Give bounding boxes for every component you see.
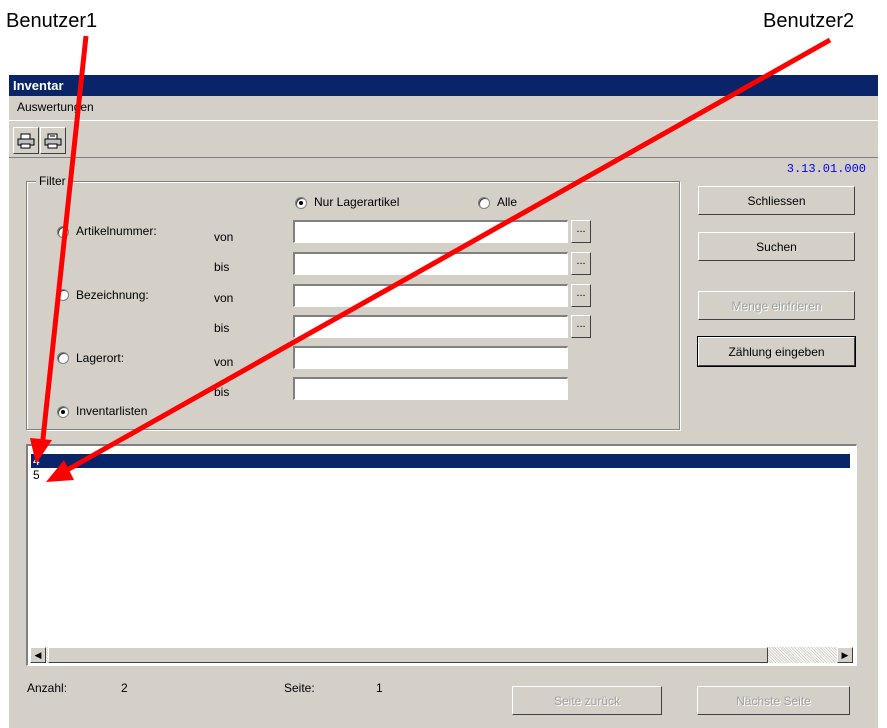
zaehlung-eingeben-button[interactable]: Zählung eingeben	[697, 336, 856, 367]
artikel-von-input[interactable]	[293, 220, 568, 243]
label-bez-bis: bis	[214, 321, 230, 335]
print-preview-button[interactable]	[40, 127, 66, 154]
label-alle: Alle	[497, 195, 518, 209]
label-artikelnummer: Artikelnummer:	[76, 224, 157, 238]
label-nur-lagerartikel: Nur Lagerartikel	[314, 195, 400, 209]
bez-bis-browse-button[interactable]: ...	[571, 315, 591, 338]
suchen-button[interactable]: Suchen	[698, 232, 855, 261]
label-lager-bis: bis	[214, 385, 230, 399]
seite-zurueck-button[interactable]: Seite zurück	[512, 686, 662, 715]
artikel-von-browse-button[interactable]: ...	[571, 220, 591, 243]
radio-inventarlisten[interactable]	[57, 406, 69, 418]
list-item[interactable]: 5	[31, 468, 40, 482]
print-button[interactable]	[13, 127, 39, 154]
menu-bar: Auswertungen	[9, 96, 878, 118]
printer-icon	[17, 133, 35, 148]
bez-von-input[interactable]	[293, 284, 568, 307]
filter-title: Filter	[36, 174, 69, 188]
label-bezeichnung: Bezeichnung:	[76, 288, 149, 302]
radio-nur-lagerartikel[interactable]	[295, 197, 307, 209]
label-artikel-von: von	[214, 230, 234, 244]
artikel-bis-input[interactable]	[293, 252, 568, 275]
anzahl-value: 2	[121, 681, 128, 695]
radio-artikelnummer[interactable]	[57, 226, 69, 238]
lager-von-input[interactable]	[293, 346, 568, 369]
toolbar	[9, 120, 878, 158]
seite-value: 1	[376, 681, 383, 695]
version-label: 3.13.01.000	[786, 162, 866, 176]
list-item[interactable]: 4	[31, 454, 850, 468]
naechste-seite-button[interactable]: Nächste Seite	[697, 686, 850, 715]
label-seite: Seite:	[284, 681, 315, 695]
printer-preview-icon	[44, 133, 62, 148]
artikel-bis-browse-button[interactable]: ...	[571, 252, 591, 275]
arrow-right-icon[interactable]: ▶	[837, 647, 853, 663]
horizontal-scrollbar[interactable]: ◀ ▶	[30, 647, 853, 663]
menu-auswertungen[interactable]: Auswertungen	[17, 100, 94, 114]
inventarlisten-list[interactable]: 4 5 ◀ ▶	[26, 444, 857, 666]
label-artikel-bis: bis	[214, 260, 230, 274]
label-lager-von: von	[214, 355, 234, 369]
annotation-benutzer2: Benutzer2	[763, 10, 855, 32]
arrow-left-icon[interactable]: ◀	[30, 647, 46, 663]
radio-bezeichnung[interactable]	[57, 289, 69, 301]
inventar-window: Inventar Auswertungen 3.13.01.000 Filter…	[9, 75, 878, 728]
label-anzahl: Anzahl:	[27, 681, 68, 695]
window-title: Inventar	[9, 75, 878, 96]
lager-bis-input[interactable]	[293, 377, 568, 400]
radio-lagerort[interactable]	[57, 352, 69, 364]
menge-einfrieren-button[interactable]: Menge einfrieren	[698, 291, 855, 320]
label-lagerort: Lagerort:	[76, 351, 125, 365]
bez-bis-input[interactable]	[293, 315, 568, 338]
annotation-benutzer1: Benutzer1	[6, 10, 98, 32]
bez-von-browse-button[interactable]: ...	[571, 284, 591, 307]
scrollbar-thumb[interactable]	[48, 647, 768, 663]
label-inventarlisten: Inventarlisten	[76, 404, 148, 418]
label-bez-von: von	[214, 291, 234, 305]
schliessen-button[interactable]: Schliessen	[698, 186, 855, 215]
radio-alle[interactable]	[478, 197, 490, 209]
